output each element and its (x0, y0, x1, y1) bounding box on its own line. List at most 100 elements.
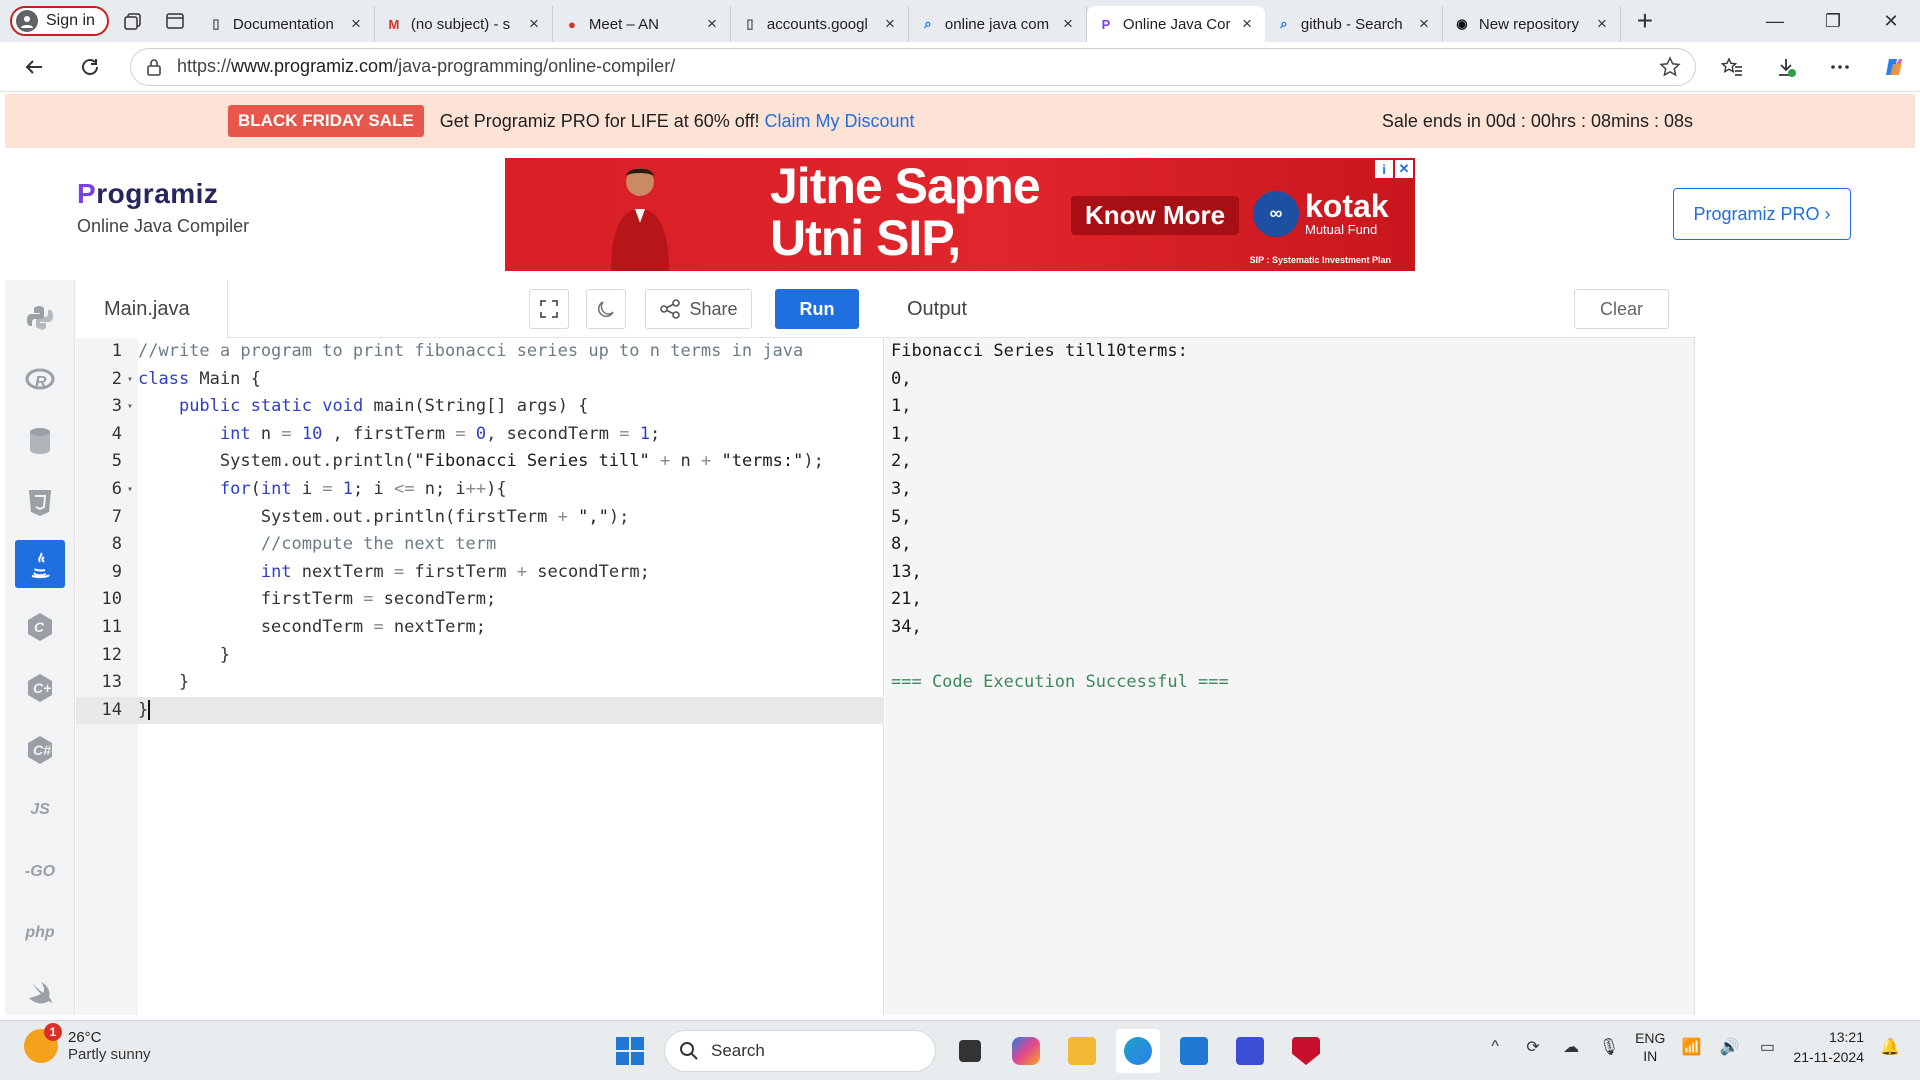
chevron-up-icon[interactable]: ^ (1483, 1035, 1507, 1059)
js-icon[interactable]: JS (15, 786, 65, 834)
ad-know-more-button[interactable]: Know More (1071, 196, 1240, 235)
profile-button[interactable]: Sign in (10, 6, 109, 36)
more-menu-button[interactable] (1818, 47, 1862, 87)
r-icon[interactable]: R (15, 356, 65, 404)
code-line[interactable]: 14} (76, 696, 884, 725)
close-window-button[interactable]: ✕ (1862, 0, 1920, 42)
microsoft-store-icon[interactable] (1172, 1029, 1216, 1073)
code-line[interactable]: 12 } (76, 642, 884, 670)
code-line[interactable]: 3 ▾ public static void main(String[] args… (76, 393, 884, 421)
java-icon[interactable] (15, 540, 65, 588)
sync-icon[interactable]: ⟳ (1521, 1035, 1545, 1059)
battery-icon[interactable]: ▭ (1755, 1035, 1779, 1059)
tab-close-icon[interactable]: × (1060, 15, 1076, 32)
lock-icon[interactable] (145, 58, 163, 76)
browser-tab[interactable]: ▯ accounts.googl × (731, 6, 909, 42)
notification-bell-icon[interactable]: 🔔 (1878, 1035, 1902, 1059)
input-language[interactable]: ENG IN (1635, 1029, 1665, 1065)
claim-discount-link[interactable]: Claim My Discount (764, 111, 914, 131)
code-line[interactable]: 13 } (76, 669, 884, 697)
browser-tab[interactable]: ⌕ github - Search × (1265, 6, 1443, 42)
code-line[interactable]: 6 ▾ for(int i = 1; i <= n; i++){ (76, 476, 884, 504)
html5-icon[interactable] (15, 479, 65, 527)
code-lines[interactable]: 1 //write a program to print fibonacci se… (76, 338, 884, 725)
url-field[interactable]: https://www.programiz.com/java-programmi… (130, 47, 1696, 86)
restore-button[interactable]: ❐ (1804, 0, 1862, 42)
code-line[interactable]: 8 //compute the next term (76, 531, 884, 559)
tab-close-icon[interactable]: × (882, 15, 898, 32)
tab-title: Online Java Cor (1122, 15, 1231, 33)
tab-close-icon[interactable]: × (704, 15, 720, 32)
python-icon[interactable] (15, 294, 65, 342)
code-line[interactable]: 1 //write a program to print fibonacci se… (76, 338, 884, 366)
share-button[interactable]: Share (645, 289, 752, 329)
run-button[interactable]: Run (775, 289, 859, 329)
code-line[interactable]: 7 System.out.println(firstTerm + ","); (76, 504, 884, 532)
mcafee-icon[interactable] (1284, 1029, 1328, 1073)
collections-icon[interactable] (115, 3, 151, 39)
browser-tab[interactable]: ◉ New repository × (1443, 6, 1621, 42)
ad-close-icon[interactable]: ✕ (1395, 160, 1413, 178)
tab-close-icon[interactable]: × (526, 15, 542, 32)
task-view-app[interactable] (948, 1029, 992, 1073)
c-icon[interactable]: C (15, 602, 65, 650)
clock[interactable]: 13:21 21-11-2024 (1793, 1027, 1864, 1067)
csharp-icon[interactable]: C# (15, 725, 65, 773)
edge-browser-icon[interactable] (1116, 1029, 1160, 1073)
database-icon[interactable] (15, 417, 65, 465)
code-line[interactable]: 5 System.out.println("Fibonacci Series t… (76, 448, 884, 476)
fold-chevron-icon[interactable]: ▾ (122, 476, 138, 504)
dark-mode-button[interactable] (586, 289, 626, 329)
ad-info-icon[interactable]: i (1375, 160, 1393, 178)
volume-icon[interactable]: 🔊 (1717, 1035, 1741, 1059)
favorites-button[interactable] (1710, 47, 1754, 87)
swift-icon[interactable] (15, 971, 65, 1019)
cpp-icon[interactable]: C+ (15, 663, 65, 711)
browser-tab[interactable]: ● Meet – AN × (553, 6, 731, 42)
new-tab-button[interactable]: + (1625, 3, 1665, 39)
code-line[interactable]: 10 firstTerm = secondTerm; (76, 586, 884, 614)
code-line[interactable]: 11 secondTerm = nextTerm; (76, 614, 884, 642)
advertisement-banner[interactable]: Jitne Sapne Utni SIP, Know More ∞ kotak Mu… (505, 158, 1415, 271)
file-tab[interactable]: Main.java (76, 280, 228, 338)
browser-tab[interactable]: ▯ Documentation × (197, 6, 375, 42)
fullscreen-button[interactable] (529, 289, 569, 329)
fold-chevron-icon[interactable]: ▾ (122, 366, 138, 394)
code-line[interactable]: 2 ▾ class Main { (76, 366, 884, 394)
copilot-button[interactable] (1872, 47, 1916, 87)
fold-chevron-icon[interactable]: ▾ (122, 393, 138, 421)
copilot-app-icon[interactable] (1004, 1029, 1048, 1073)
onedrive-icon[interactable]: ☁ (1559, 1035, 1583, 1059)
favorite-star-icon[interactable] (1659, 55, 1681, 78)
teams-app-icon[interactable] (1228, 1029, 1272, 1073)
minimize-button[interactable]: — (1746, 0, 1804, 42)
wifi-icon[interactable]: 📶 (1679, 1035, 1703, 1059)
back-button[interactable] (12, 47, 56, 87)
clear-button[interactable]: Clear (1574, 289, 1669, 329)
refresh-button[interactable] (68, 47, 112, 87)
tab-close-icon[interactable]: × (1594, 15, 1610, 32)
browser-tab[interactable]: ⌕ online java com × (909, 6, 1087, 42)
code-line[interactable]: 9 int nextTerm = firstTerm + secondTerm; (76, 559, 884, 587)
downloads-button[interactable] (1764, 47, 1808, 87)
tab-actions-icon[interactable] (157, 3, 193, 39)
browser-tab[interactable]: M (no subject) - s × (375, 6, 553, 42)
start-button[interactable] (608, 1029, 652, 1073)
programiz-logo[interactable]: Programiz Online Java Compiler (77, 178, 249, 237)
tab-close-icon[interactable]: × (348, 15, 364, 32)
php-icon[interactable]: php (15, 909, 65, 957)
ad-choices[interactable]: i ✕ (1375, 160, 1413, 178)
weather-widget[interactable]: 1 26°C Partly sunny (24, 1023, 151, 1063)
tab-close-icon[interactable]: × (1239, 15, 1255, 32)
browser-tab[interactable]: P Online Java Cor × (1086, 6, 1265, 42)
taskbar-search[interactable]: Search (664, 1030, 936, 1072)
go-icon[interactable]: -GO (15, 848, 65, 896)
programiz-pro-button[interactable]: Programiz PRO › (1673, 188, 1851, 240)
code-line[interactable]: 4 int n = 10 , firstTerm = 0, secondTerm… (76, 421, 884, 449)
github-icon: ◉ (1456, 16, 1468, 31)
tab-close-icon[interactable]: × (1416, 15, 1432, 32)
output-console[interactable]: Fibonacci Series till10terms: 0, 1, 1, 2, 3, 5… (885, 338, 1695, 1015)
file-explorer-icon[interactable] (1060, 1029, 1104, 1073)
microphone-icon[interactable]: 🎙 (1597, 1035, 1621, 1059)
code-editor[interactable]: 1 //write a program to print fibonacci se… (76, 338, 884, 1015)
